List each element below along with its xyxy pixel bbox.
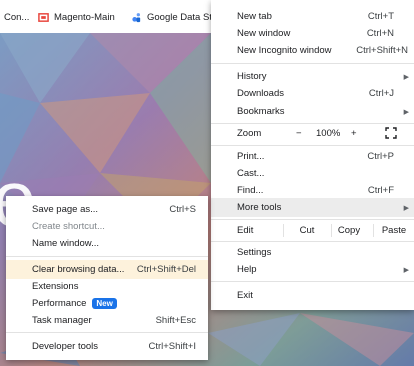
menu-separator	[211, 219, 414, 220]
chevron-right-icon: ▶	[403, 266, 409, 274]
menu-item-new-incognito-window[interactable]: New Incognito window Ctrl+Shift+N	[211, 41, 414, 60]
data-studio-icon	[132, 12, 141, 22]
menu-item-zoom: Zoom − 100% +	[211, 124, 414, 143]
menu-separator	[6, 256, 208, 257]
chevron-right-icon: ▶	[403, 73, 409, 81]
menu-item-name-window[interactable]: Name window...	[6, 234, 208, 253]
menu-item-more-tools[interactable]: More tools ▶	[211, 198, 414, 217]
menu-separator	[211, 145, 414, 146]
menu-separator	[211, 63, 414, 64]
bookmark-label: Magento-Main	[54, 11, 115, 23]
paste-button[interactable]: Paste	[370, 221, 414, 240]
chrome-main-menu: New tab Ctrl+T New window Ctrl+N New Inc…	[211, 0, 414, 310]
chevron-right-icon: ▶	[403, 108, 409, 116]
new-badge: New	[92, 298, 117, 309]
zoom-level: 100%	[316, 128, 341, 139]
menu-item-task-manager[interactable]: Task manager Shift+Esc	[6, 311, 208, 330]
bookmark-item-google-data-studio[interactable]: Google Data Stu	[131, 9, 217, 25]
bookmark-label: Con...	[4, 11, 30, 23]
menu-item-exit[interactable]: Exit	[211, 286, 414, 305]
fullscreen-icon[interactable]	[385, 127, 397, 139]
menu-separator	[211, 281, 414, 282]
zoom-out-button[interactable]: −	[296, 128, 302, 139]
cut-button[interactable]: Cut	[283, 221, 331, 240]
chevron-right-icon: ▶	[403, 204, 409, 212]
menu-item-developer-tools[interactable]: Developer tools Ctrl+Shift+I	[6, 337, 208, 356]
performance-label: Performance	[32, 298, 87, 309]
copy-button[interactable]: Copy	[325, 221, 373, 240]
bookmark-item[interactable]: Con...	[4, 9, 29, 25]
bookmark-item-magento[interactable]: Magento-Main	[38, 9, 115, 25]
menu-item-bookmarks[interactable]: Bookmarks ▶	[211, 102, 414, 121]
menu-separator	[6, 332, 208, 333]
magento-icon	[38, 12, 49, 22]
zoom-in-button[interactable]: +	[351, 128, 357, 139]
menu-separator	[211, 241, 414, 242]
more-tools-submenu: Save page as... Ctrl+S Create shortcut..…	[6, 196, 208, 360]
menu-item-help[interactable]: Help ▶	[211, 260, 414, 279]
bookmark-label: Google Data Stu	[147, 11, 218, 23]
menu-item-downloads[interactable]: Downloads Ctrl+J	[211, 84, 414, 103]
menu-item-edit: Edit Cut Copy Paste	[211, 221, 414, 240]
